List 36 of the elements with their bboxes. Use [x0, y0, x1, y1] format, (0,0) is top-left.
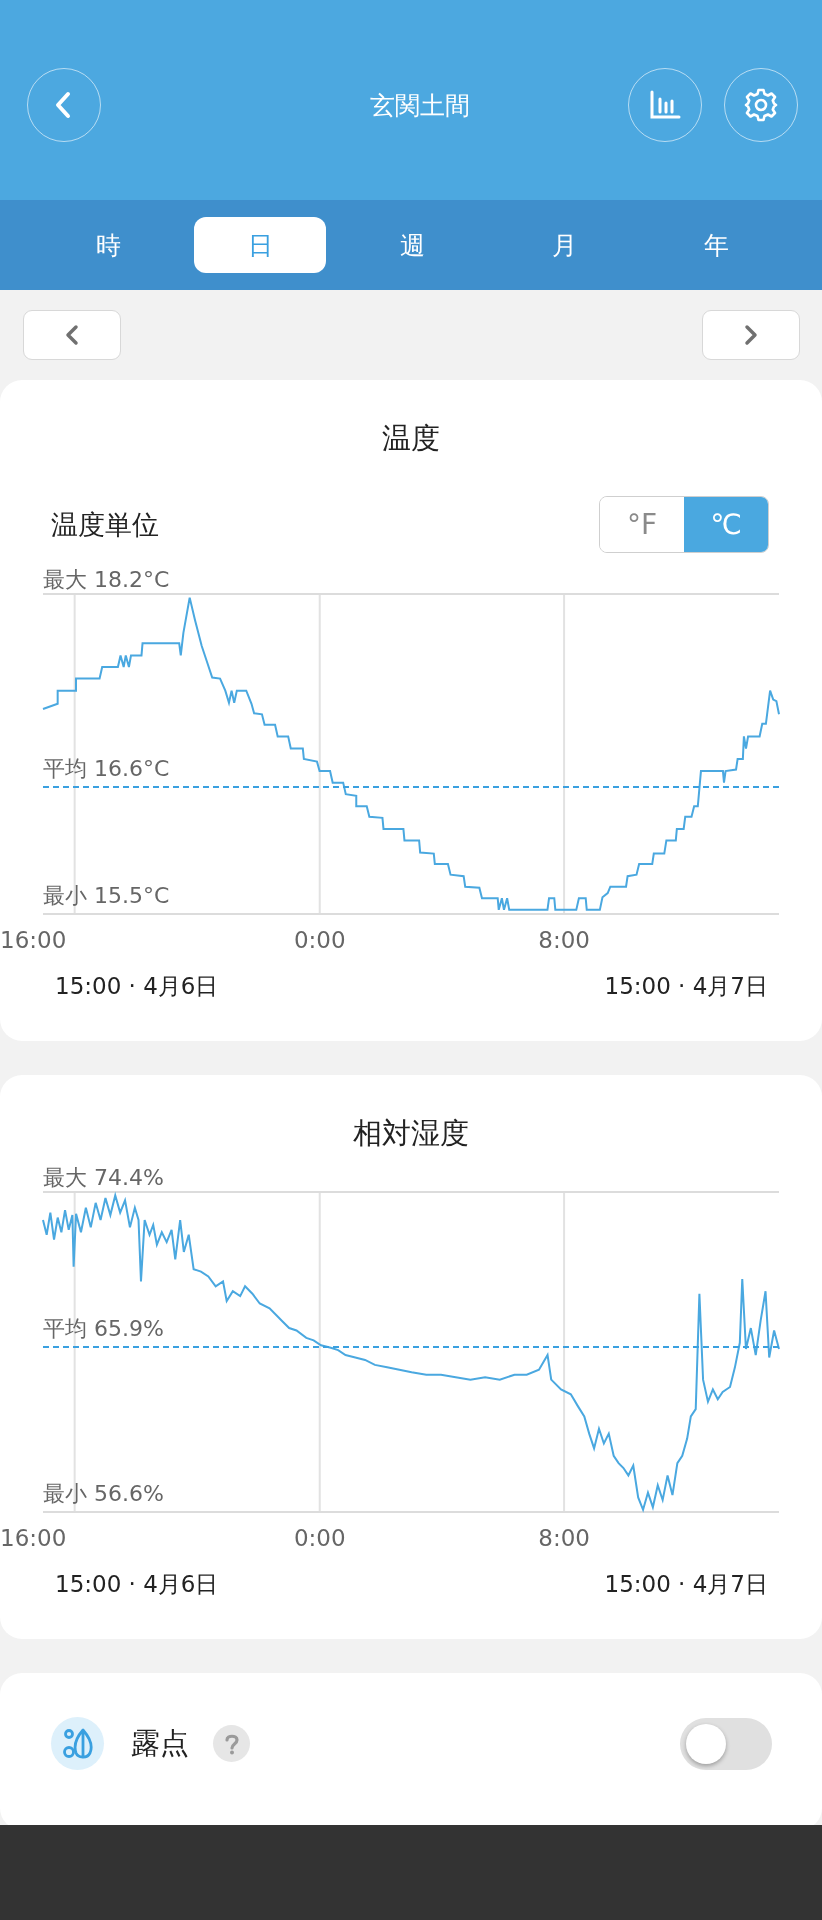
- next-button[interactable]: [702, 310, 800, 360]
- unit-option[interactable]: ℃: [684, 497, 768, 552]
- chevron-right-icon: [743, 324, 759, 346]
- card-title: 温度: [381, 420, 441, 456]
- page-title: 玄関土間: [368, 89, 471, 122]
- min-label: 最小 15.5°C: [43, 883, 170, 910]
- start-date: 15:00 · 4月6日: [55, 1570, 219, 1599]
- period-tab[interactable]: 週: [346, 217, 478, 273]
- time-label: 0:00: [293, 927, 346, 953]
- card-title: 相対湿度: [352, 1115, 470, 1151]
- previous-button[interactable]: [23, 310, 121, 360]
- max-label: 最大 18.2°C: [43, 567, 170, 594]
- end-date: 15:00 · 4月7日: [604, 1570, 768, 1599]
- dew-point-switch[interactable]: [680, 1717, 772, 1770]
- unit-label: 温度単位: [51, 507, 159, 542]
- dew-point-icon: [51, 1717, 104, 1770]
- dew-point-label: 露点: [131, 1724, 189, 1762]
- time-label: 8:00: [538, 927, 590, 953]
- settings-icon: [744, 88, 778, 122]
- chevron-left-icon: [64, 324, 80, 346]
- end-date: 15:00 · 4月7日: [604, 972, 768, 1001]
- max-label: 最大 74.4%: [43, 1165, 164, 1192]
- period-tab[interactable]: 年: [650, 217, 782, 273]
- min-label: 最小 56.6%: [43, 1481, 164, 1508]
- time-label: 8:00: [538, 1525, 590, 1551]
- average-label: 平均 65.9%: [43, 1315, 164, 1343]
- start-date: 15:00 · 4月6日: [55, 972, 219, 1001]
- period-tab[interactable]: 日: [194, 217, 326, 273]
- time-label: 0:00: [293, 1525, 346, 1551]
- average-label: 平均 16.6°C: [43, 755, 170, 783]
- period-tab[interactable]: 月: [498, 217, 630, 273]
- time-label: 16:00: [0, 1525, 67, 1551]
- help-icon[interactable]: [213, 1725, 250, 1762]
- bar-chart-icon: [649, 90, 681, 120]
- time-label: 16:00: [0, 927, 67, 953]
- period-tab[interactable]: 時: [42, 217, 174, 273]
